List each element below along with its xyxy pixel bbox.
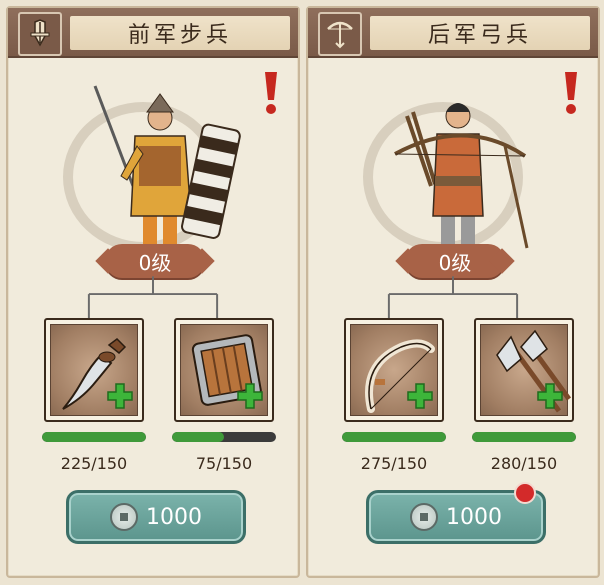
alert-icon[interactable] xyxy=(262,70,280,116)
sword-icon xyxy=(18,12,62,56)
progress-bar xyxy=(472,432,576,442)
bow-icon xyxy=(318,12,362,56)
cost-label: 1000 xyxy=(146,504,202,530)
coin-icon xyxy=(410,503,438,531)
unit-title: 前军步兵 xyxy=(70,16,290,50)
upgrade-tree-lines xyxy=(387,276,519,320)
upgrade-tree-lines xyxy=(87,276,219,320)
progress-fill xyxy=(342,432,446,442)
coin-icon xyxy=(110,503,138,531)
add-icon[interactable] xyxy=(107,383,133,409)
infantry-soldier-figure xyxy=(93,85,241,256)
add-icon[interactable] xyxy=(537,383,563,409)
add-icon[interactable] xyxy=(237,383,263,409)
item-count: 225/150 xyxy=(60,454,128,473)
equipment-slot-weapon[interactable] xyxy=(344,318,444,422)
infantry-panel: 前军步兵 0级 225/150 75/150 1000 xyxy=(6,6,300,578)
infantry-portrait[interactable] xyxy=(55,76,255,266)
upgrade-cost-button[interactable]: 1000 xyxy=(66,490,246,544)
add-icon[interactable] xyxy=(407,383,433,409)
level-label: 0级 xyxy=(438,250,472,275)
equipment-slot-armor[interactable] xyxy=(174,318,274,422)
progress-fill xyxy=(172,432,224,442)
notification-dot xyxy=(514,482,536,504)
progress-fill xyxy=(472,432,576,442)
progress-bar xyxy=(42,432,146,442)
item-count: 275/150 xyxy=(360,454,428,473)
alert-icon[interactable] xyxy=(562,70,580,116)
level-badge: 0级 xyxy=(105,244,205,278)
equipment-slot-weapon[interactable] xyxy=(44,318,144,422)
progress-bar xyxy=(342,432,446,442)
archer-panel: 后军弓兵 0级 275/150 280/150 1000 xyxy=(306,6,600,578)
item-count: 75/150 xyxy=(195,454,253,473)
progress-fill xyxy=(42,432,146,442)
panel-header: 前军步兵 xyxy=(8,8,298,58)
item-count: 280/150 xyxy=(490,454,558,473)
level-badge: 0级 xyxy=(405,244,505,278)
unit-title: 后军弓兵 xyxy=(370,16,590,50)
level-label: 0级 xyxy=(138,250,172,275)
cost-label: 1000 xyxy=(446,504,502,530)
equipment-slot-axe[interactable] xyxy=(474,318,574,422)
progress-bar xyxy=(172,432,276,442)
archer-soldier-figure xyxy=(394,103,529,256)
archer-portrait[interactable] xyxy=(355,76,555,266)
panel-header: 后军弓兵 xyxy=(308,8,598,58)
